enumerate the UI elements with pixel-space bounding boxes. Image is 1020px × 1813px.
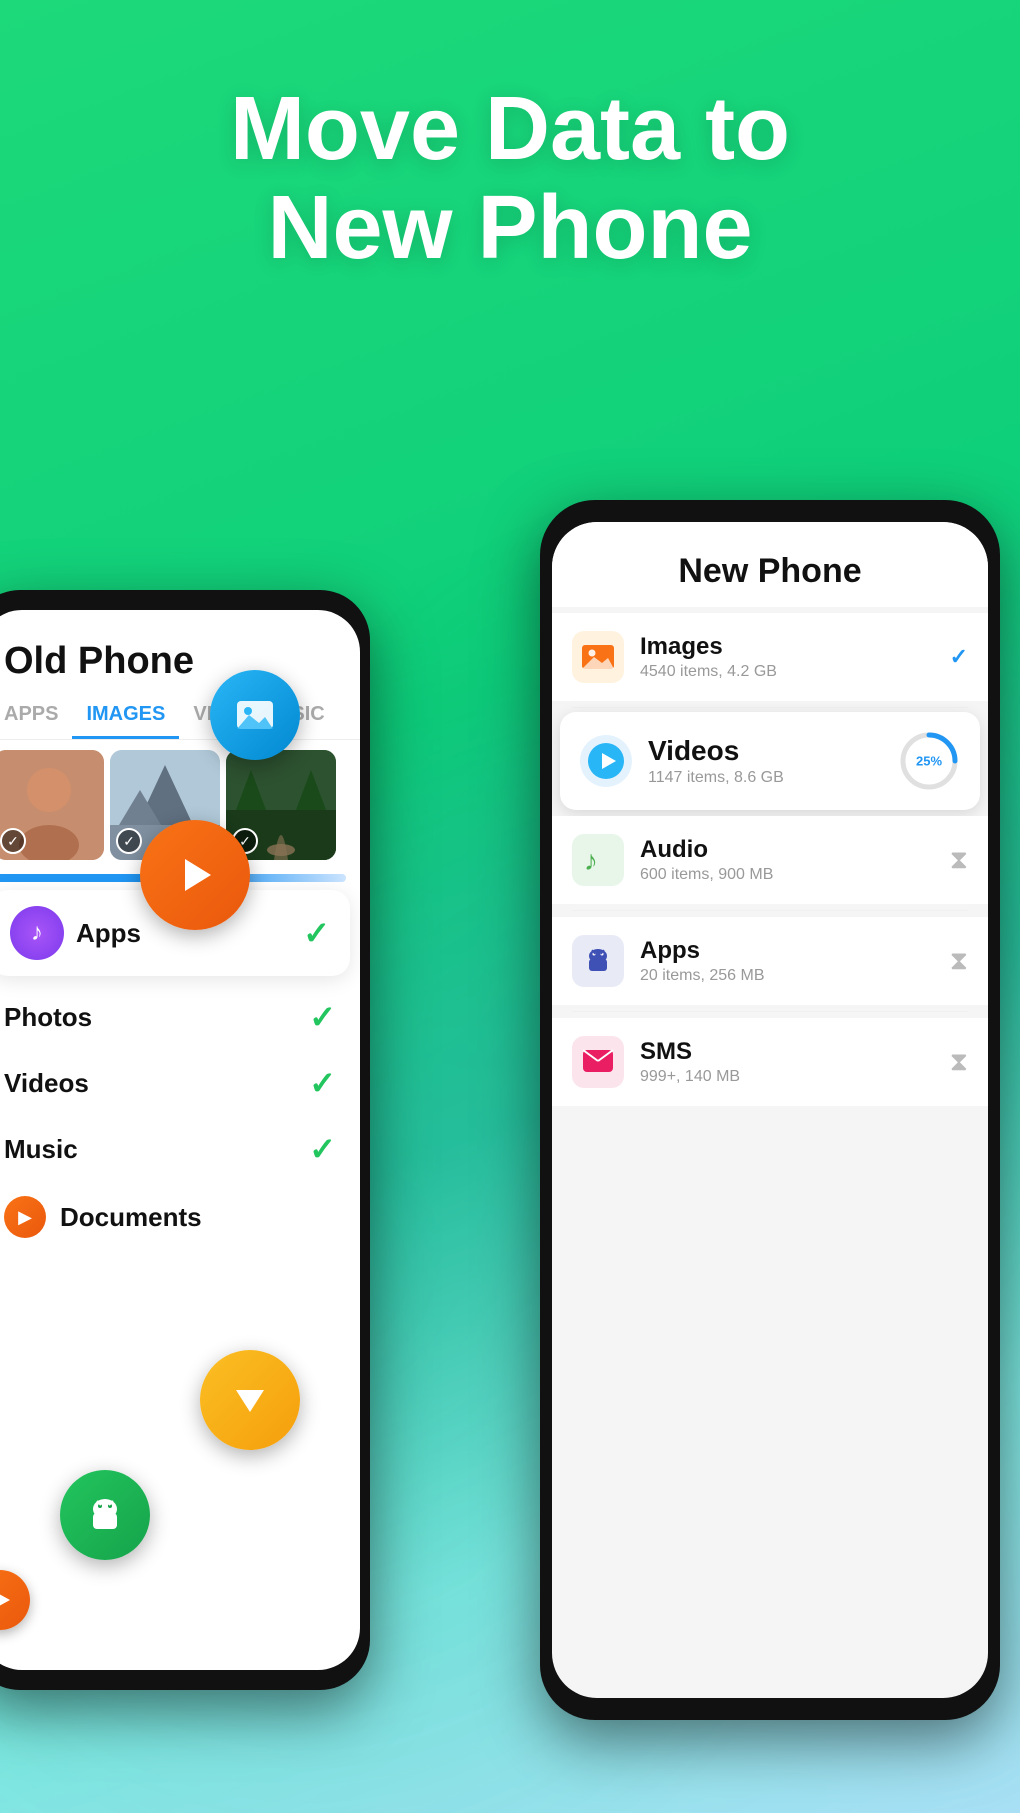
hero-title: Move Data to New Phone — [0, 80, 1020, 278]
np-images-status: ✓ — [950, 644, 968, 670]
videos-check: ✓ — [309, 1064, 336, 1102]
np-apps-name: Apps — [640, 937, 934, 965]
np-item-videos[interactable]: Videos 1147 items, 8.6 GB 25% — [560, 712, 980, 810]
svg-text:♪: ♪ — [584, 845, 598, 876]
arrow-down-svg — [228, 1378, 272, 1422]
old-phone-screen: Old Phone APPS IMAGES VI… MUSIC ✓ — [0, 610, 360, 1670]
np-sms-icon — [572, 1036, 624, 1088]
play2-svg — [0, 1586, 14, 1614]
images-icon-svg — [580, 639, 616, 675]
videos-label: Videos — [4, 1068, 89, 1099]
divider-3 — [572, 1011, 968, 1012]
np-apps-meta: 20 items, 256 MB — [640, 967, 934, 985]
np-images-info: Images 4540 items, 4.2 GB — [640, 633, 934, 681]
np-apps-icon — [572, 935, 624, 987]
np-audio-name: Audio — [640, 836, 934, 864]
np-videos-name: Videos — [648, 735, 882, 767]
bubble-play-icon — [140, 820, 250, 930]
check-mountain: ✓ — [116, 828, 142, 854]
np-videos-progress: 25% — [898, 730, 960, 792]
old-phone-title: Old Phone — [0, 610, 360, 693]
np-audio-meta: 600 items, 900 MB — [640, 866, 934, 884]
music-label: Music — [4, 1134, 78, 1165]
old-phone-frame: Old Phone APPS IMAGES VI… MUSIC ✓ — [0, 590, 370, 1690]
np-images-meta: 4540 items, 4.2 GB — [640, 663, 934, 681]
audio-icon-svg: ♪ — [580, 842, 616, 878]
new-phone-frame: New Phone Images 4540 items, 4.2 GB ✓ — [540, 500, 1000, 1720]
np-videos-icon — [580, 735, 632, 787]
apps-music-icon: ♪ — [10, 906, 64, 960]
old-phone-container: Old Phone APPS IMAGES VI… MUSIC ✓ — [0, 590, 410, 1790]
np-sms-name: SMS — [640, 1038, 934, 1066]
np-item-apps[interactable]: Apps 20 items, 256 MB ⧗ — [552, 917, 988, 1005]
android-icon-svg — [83, 1493, 127, 1537]
bubble-photo-icon — [210, 670, 300, 760]
thumb-forest: ✓ — [226, 750, 336, 860]
np-sms-status: ⧗ — [950, 1046, 968, 1078]
old-phone-tabs: APPS IMAGES VI… MUSIC — [0, 693, 360, 740]
photos-check: ✓ — [309, 998, 336, 1036]
np-progress-text: 25% — [916, 754, 942, 769]
play-icon-svg — [173, 853, 217, 897]
music-row[interactable]: Music ✓ — [0, 1116, 360, 1182]
videos-row[interactable]: Videos ✓ — [0, 1050, 360, 1116]
photos-row[interactable]: Photos ✓ — [0, 984, 360, 1050]
hero-section: Move Data to New Phone — [0, 80, 1020, 278]
videos-icon-svg — [588, 743, 624, 779]
photo-icon-svg — [233, 693, 277, 737]
bubble-arrow-down — [200, 1350, 300, 1450]
check-face: ✓ — [0, 828, 26, 854]
thumb-face: ✓ — [0, 750, 104, 860]
divider-1 — [572, 707, 968, 708]
tab-apps[interactable]: APPS — [0, 693, 72, 739]
documents-label: Documents — [60, 1202, 202, 1233]
np-apps-status: ⧗ — [950, 945, 968, 977]
new-phone-container: New Phone Images 4540 items, 4.2 GB ✓ — [540, 500, 1020, 1800]
apps-icon-svg — [580, 943, 616, 979]
documents-row[interactable]: ▶ Documents — [0, 1182, 360, 1252]
np-videos-meta: 1147 items, 8.6 GB — [648, 769, 882, 787]
np-videos-info: Videos 1147 items, 8.6 GB — [648, 735, 882, 787]
music-check: ✓ — [309, 1130, 336, 1168]
np-audio-status: ⧗ — [950, 844, 968, 876]
np-item-audio[interactable]: ♪ Audio 600 items, 900 MB ⧗ — [552, 816, 988, 904]
documents-icon: ▶ — [4, 1196, 46, 1238]
photos-label: Photos — [4, 1002, 92, 1033]
np-images-name: Images — [640, 633, 934, 661]
apps-label: Apps — [76, 918, 141, 949]
np-item-images[interactable]: Images 4540 items, 4.2 GB ✓ — [552, 613, 988, 701]
np-images-icon — [572, 631, 624, 683]
new-phone-screen: New Phone Images 4540 items, 4.2 GB ✓ — [552, 522, 988, 1698]
sms-icon-svg — [580, 1044, 616, 1080]
bubble-android-icon — [60, 1470, 150, 1560]
apps-left: ♪ Apps — [10, 906, 141, 960]
new-phone-title: New Phone — [552, 522, 988, 607]
tab-images[interactable]: IMAGES — [72, 693, 179, 739]
np-audio-icon: ♪ — [572, 834, 624, 886]
np-audio-info: Audio 600 items, 900 MB — [640, 836, 934, 884]
np-apps-info: Apps 20 items, 256 MB — [640, 937, 934, 985]
divider-2 — [572, 910, 968, 911]
np-item-sms[interactable]: SMS 999+, 140 MB ⧗ — [552, 1018, 988, 1106]
apps-check: ✓ — [303, 914, 330, 952]
np-sms-info: SMS 999+, 140 MB — [640, 1038, 934, 1086]
np-sms-meta: 999+, 140 MB — [640, 1068, 934, 1086]
